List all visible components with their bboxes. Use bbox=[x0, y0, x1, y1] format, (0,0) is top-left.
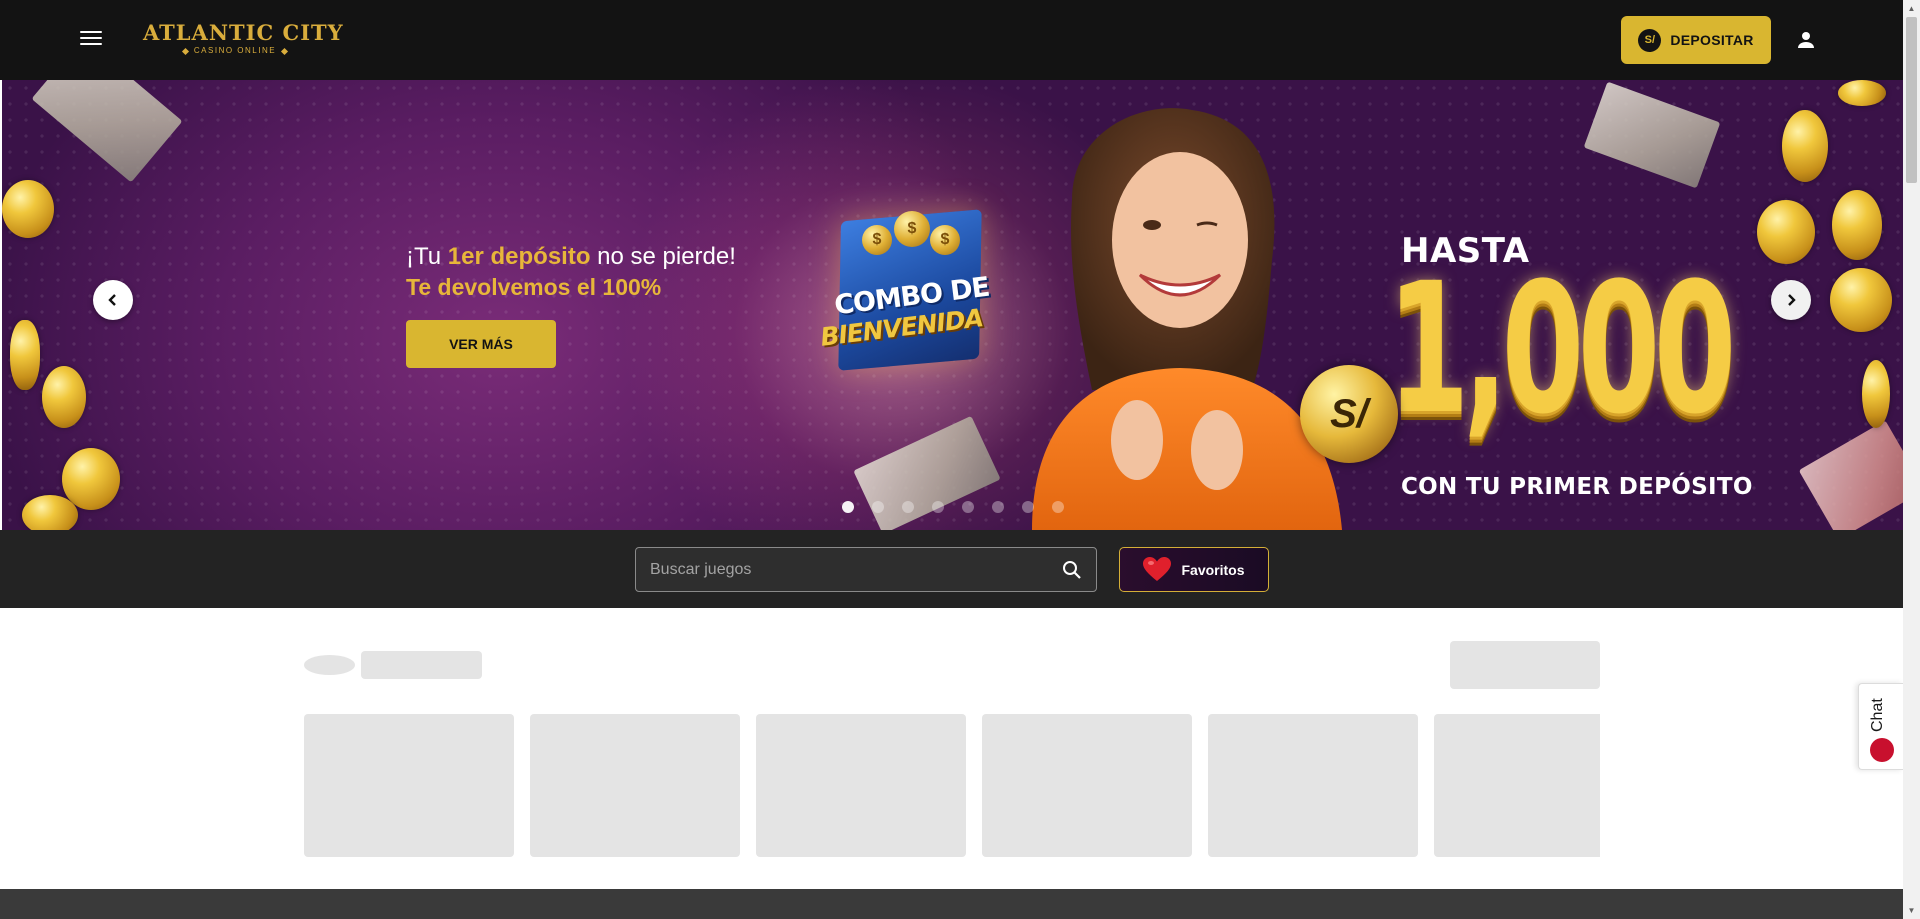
carousel-indicator-dot[interactable] bbox=[962, 501, 974, 513]
top-header: ATLANTIC CITY CASINO ONLINE S/ DEPOSITAR bbox=[0, 0, 1903, 80]
promo-prefix: ¡Tu bbox=[406, 243, 448, 270]
game-card-placeholder bbox=[1208, 714, 1418, 857]
carousel-indicator-dot[interactable] bbox=[902, 501, 914, 513]
diamond-icon bbox=[181, 47, 189, 55]
gold-coin-decoration bbox=[2, 180, 54, 238]
gold-coin-decoration bbox=[1782, 110, 1828, 182]
hero-banner[interactable]: ¡Tu 1er depósito no se pierde! Te devolv… bbox=[2, 80, 1903, 530]
carousel-next-button[interactable] bbox=[1771, 280, 1811, 320]
section-icon-placeholder bbox=[304, 655, 355, 675]
chat-widget-button[interactable]: Chat bbox=[1858, 683, 1903, 770]
scroll-up-arrow-icon[interactable]: ▲ bbox=[1903, 0, 1920, 17]
gold-coin-decoration bbox=[1862, 360, 1890, 428]
dollar-coin-icon: $ bbox=[930, 225, 960, 255]
gold-coin-decoration bbox=[1830, 268, 1892, 332]
promo-highlight: 1er depósito bbox=[447, 243, 591, 270]
scrollbar-thumb[interactable] bbox=[1906, 17, 1917, 183]
woman-pointing-illustration bbox=[1032, 108, 1342, 530]
footer-band bbox=[0, 889, 1903, 919]
heart-icon bbox=[1143, 557, 1172, 581]
combo-bienvenida-graphic: $ $ $ COMBO DE BIENVENIDA bbox=[810, 175, 1006, 375]
carousel-indicator-dot[interactable] bbox=[842, 501, 854, 513]
promo-subheadline: Te devolvemos el 100% bbox=[406, 274, 662, 300]
sol-currency-icon: S/ bbox=[1638, 28, 1662, 52]
search-bar-strip: Favoritos bbox=[0, 530, 1903, 608]
carousel-prev-button[interactable] bbox=[93, 280, 133, 320]
game-card-placeholder bbox=[982, 714, 1192, 857]
search-input[interactable] bbox=[650, 548, 1050, 591]
page: ATLANTIC CITY CASINO ONLINE S/ DEPOSITAR bbox=[0, 0, 1903, 919]
hamburger-menu-icon[interactable] bbox=[80, 31, 102, 49]
scroll-down-arrow-icon[interactable]: ▼ bbox=[1903, 902, 1920, 919]
gold-coin-decoration bbox=[10, 320, 40, 390]
gold-coin-decoration bbox=[1832, 190, 1882, 260]
bonus-tagline: CON TU PRIMER DEPÓSITO bbox=[1401, 474, 1753, 500]
section-title-placeholder bbox=[361, 651, 482, 679]
promo-suffix: no se pierde! bbox=[590, 243, 736, 270]
chevron-right-icon bbox=[1788, 294, 1796, 306]
carousel-indicator-dot[interactable] bbox=[1052, 501, 1064, 513]
promo-headline: ¡Tu 1er depósito no se pierde! bbox=[406, 243, 736, 271]
search-icon[interactable] bbox=[1062, 560, 1082, 580]
ver-mas-button[interactable]: VER MÁS bbox=[406, 320, 556, 368]
game-card-placeholder bbox=[304, 714, 514, 857]
chat-label: Chat bbox=[1869, 698, 1886, 732]
chat-logo-icon bbox=[1870, 738, 1894, 762]
carousel-indicator-dot[interactable] bbox=[1022, 501, 1034, 513]
vertical-scrollbar[interactable]: ▲ ▼ bbox=[1903, 0, 1920, 919]
view-all-placeholder bbox=[1450, 641, 1600, 689]
game-card-placeholder bbox=[756, 714, 966, 857]
gold-coin-decoration bbox=[22, 495, 78, 530]
logo-main-text: ATLANTIC CITY bbox=[143, 20, 344, 45]
logo-sub-text: CASINO ONLINE bbox=[143, 46, 327, 56]
bonus-amount: 1,000 bbox=[1387, 245, 1736, 454]
gold-coin-decoration bbox=[1838, 80, 1886, 106]
carousel-indicator-dot[interactable] bbox=[872, 501, 884, 513]
deposit-button[interactable]: S/ DEPOSITAR bbox=[1621, 16, 1771, 64]
game-card-placeholder bbox=[1434, 714, 1600, 857]
gold-coin-decoration bbox=[1757, 200, 1815, 264]
search-box bbox=[635, 547, 1097, 592]
logo-subtitle: CASINO ONLINE bbox=[193, 46, 277, 55]
carousel-indicator-dot[interactable] bbox=[992, 501, 1004, 513]
diamond-icon bbox=[281, 47, 289, 55]
favorites-button[interactable]: Favoritos bbox=[1119, 547, 1269, 592]
dollar-coin-icon: $ bbox=[862, 225, 892, 255]
user-account-icon[interactable] bbox=[1794, 28, 1818, 52]
site-logo[interactable]: ATLANTIC CITY CASINO ONLINE bbox=[143, 20, 344, 60]
carousel-indicator-dot[interactable] bbox=[932, 501, 944, 513]
chevron-left-icon bbox=[108, 294, 116, 306]
sol-coin-graphic: S/ bbox=[1300, 365, 1398, 463]
favorites-label: Favoritos bbox=[1181, 561, 1245, 578]
gold-coin-decoration bbox=[42, 366, 86, 428]
carousel-indicators bbox=[842, 501, 1064, 513]
deposit-button-label: DEPOSITAR bbox=[1670, 32, 1754, 48]
game-card-placeholder bbox=[530, 714, 740, 857]
dollar-coin-icon: $ bbox=[894, 211, 930, 247]
